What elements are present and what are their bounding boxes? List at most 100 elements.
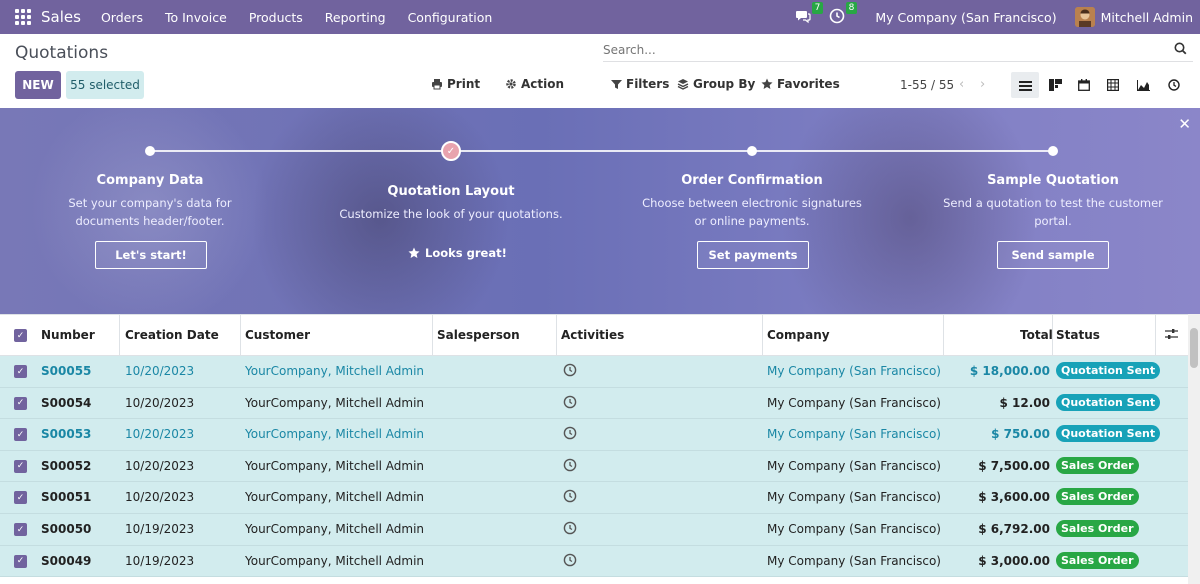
kanban-view-button[interactable] — [1041, 72, 1069, 98]
header-activities[interactable]: Activities — [561, 328, 624, 342]
cell-creation-date: 10/19/2023 — [125, 553, 195, 568]
menu-to-invoice[interactable]: To Invoice — [165, 10, 227, 25]
activity-clock-icon[interactable] — [563, 395, 577, 412]
header-creation-date[interactable]: Creation Date — [125, 328, 219, 342]
row-checkbox[interactable]: ✓ — [14, 554, 27, 568]
company-switcher[interactable]: My Company (San Francisco) — [875, 10, 1056, 25]
cell-customer[interactable]: YourCompany, Mitchell Admin — [245, 522, 424, 536]
activity-clock-icon[interactable] — [563, 489, 577, 506]
menu-orders[interactable]: Orders — [101, 10, 143, 25]
cell-number[interactable]: S00055 — [41, 364, 91, 378]
user-menu[interactable]: Mitchell Admin — [1101, 10, 1193, 25]
activity-view-button[interactable] — [1160, 72, 1188, 98]
step-order-confirmation: Order Confirmation Choose between electr… — [632, 173, 872, 230]
table-row[interactable]: ✓ S00055 10/20/2023 YourCompany, Mitchell A… — [0, 356, 1188, 388]
cell-company: My Company (San Francisco) — [767, 458, 941, 473]
activities-button[interactable]: 8 — [829, 2, 858, 26]
activity-clock-icon[interactable] — [563, 521, 577, 538]
step-title: Sample Quotation — [987, 173, 1119, 188]
status-badge: Sales Order — [1056, 456, 1139, 474]
user-avatar[interactable] — [1074, 7, 1095, 27]
activity-clock-icon[interactable] — [563, 363, 577, 380]
row-checkbox[interactable]: ✓ — [14, 459, 27, 473]
lets-start-button[interactable]: Let's start! — [95, 241, 207, 269]
cell-number[interactable]: S00049 — [41, 554, 91, 568]
row-checkbox[interactable]: ✓ — [14, 491, 27, 505]
activity-clock-icon[interactable] — [563, 426, 577, 443]
header-salesperson[interactable]: Salesperson — [437, 328, 520, 342]
row-checkbox[interactable]: ✓ — [14, 396, 27, 410]
scrollbar-thumb[interactable] — [1190, 328, 1198, 368]
menu-products[interactable]: Products — [249, 10, 303, 25]
cell-number[interactable]: S00052 — [41, 459, 91, 473]
messages-button[interactable]: 7 — [795, 2, 824, 26]
header-total[interactable]: Total — [1020, 328, 1053, 342]
new-button[interactable]: NEW — [15, 71, 61, 99]
group-by-button[interactable]: Group By — [677, 77, 755, 91]
search-icon[interactable] — [1174, 42, 1187, 55]
app-brand[interactable]: Sales — [41, 8, 81, 26]
send-sample-button[interactable]: Send sample — [997, 241, 1109, 269]
cell-customer[interactable]: YourCompany, Mitchell Admin — [245, 554, 424, 568]
activity-clock-icon[interactable] — [563, 553, 577, 570]
optional-columns-toggle-icon[interactable] — [1165, 328, 1178, 343]
calendar-view-button[interactable] — [1070, 72, 1098, 98]
star-icon — [408, 247, 420, 258]
menu-configuration[interactable]: Configuration — [408, 10, 493, 25]
cell-total: $ 3,600.00 — [978, 490, 1050, 505]
header-company[interactable]: Company — [767, 328, 830, 342]
favorites-button[interactable]: Favorites — [761, 77, 840, 91]
action-button[interactable]: Action — [505, 77, 564, 91]
vertical-scrollbar[interactable] — [1188, 314, 1200, 584]
header-status[interactable]: Status — [1056, 328, 1100, 342]
cell-customer[interactable]: YourCompany, Mitchell Admin — [245, 364, 424, 378]
menu-reporting[interactable]: Reporting — [325, 10, 386, 25]
select-all-checkbox[interactable]: ✓ — [14, 329, 27, 342]
cell-customer[interactable]: YourCompany, Mitchell Admin — [245, 427, 424, 441]
activity-clock-icon[interactable] — [563, 458, 577, 475]
table-row[interactable]: ✓ S00054 10/20/2023 YourCompany, Mitchell A… — [0, 387, 1188, 420]
row-checkbox[interactable]: ✓ — [14, 428, 27, 442]
status-badge: Sales Order — [1056, 551, 1139, 569]
activities-count-badge: 8 — [845, 2, 858, 14]
cell-number[interactable]: S00054 — [41, 396, 91, 410]
row-checkbox[interactable]: ✓ — [14, 523, 27, 536]
pivot-view-button[interactable] — [1099, 72, 1127, 98]
looks-great-label: Looks great! — [425, 246, 507, 260]
set-payments-button[interactable]: Set payments — [697, 241, 809, 269]
cell-number[interactable]: S00050 — [41, 522, 91, 536]
graph-view-button[interactable] — [1129, 72, 1157, 98]
table-row[interactable]: ✓ S00049 10/19/2023 YourCompany, Mitchell A… — [0, 545, 1188, 578]
page-title[interactable]: Quotations — [15, 43, 108, 63]
table-row[interactable]: ✓ S00053 10/20/2023 YourCompany, Mitchell A… — [0, 419, 1188, 451]
step-quotation-layout: Quotation Layout Customize the look of y… — [331, 184, 571, 223]
cell-customer[interactable]: YourCompany, Mitchell Admin — [245, 490, 424, 504]
table-row[interactable]: ✓ S00051 10/20/2023 YourCompany, Mitchell A… — [0, 482, 1188, 514]
table-row[interactable]: ✓ S00050 10/19/2023 YourCompany, Mitchell A… — [0, 514, 1188, 546]
print-button[interactable]: Print — [431, 77, 480, 91]
cell-total: $ 750.00 — [991, 427, 1050, 442]
close-banner-icon[interactable]: ✕ — [1178, 115, 1191, 133]
search-input[interactable] — [603, 40, 1163, 60]
cell-number[interactable]: S00051 — [41, 490, 91, 504]
cell-creation-date: 10/20/2023 — [125, 395, 195, 410]
header-number[interactable]: Number — [41, 328, 95, 342]
header-customer[interactable]: Customer — [245, 328, 310, 342]
clock-icon — [830, 8, 845, 24]
list-view-button[interactable] — [1011, 72, 1039, 98]
step-sample-quotation: Sample Quotation Send a quotation to tes… — [933, 173, 1173, 230]
cell-customer[interactable]: YourCompany, Mitchell Admin — [245, 396, 424, 410]
table-row[interactable]: ✓ S00052 10/20/2023 YourCompany, Mitchell A… — [0, 450, 1188, 483]
cell-customer[interactable]: YourCompany, Mitchell Admin — [245, 459, 424, 473]
row-checkbox[interactable]: ✓ — [14, 365, 27, 378]
apps-grid-icon[interactable] — [15, 9, 31, 25]
step-dot-sample-quotation — [1048, 146, 1058, 156]
selected-count-badge[interactable]: 55 selected — [66, 71, 144, 99]
pager-previous-icon[interactable]: ‹ — [959, 77, 964, 92]
cell-number[interactable]: S00053 — [41, 427, 91, 441]
filters-button[interactable]: Filters — [611, 77, 669, 91]
step-done-check-icon: ✓ — [441, 141, 461, 161]
pager-value[interactable]: 1-55 / 55 — [900, 78, 954, 92]
top-navbar: Sales Orders To Invoice Products Reporti… — [0, 0, 1200, 34]
pager-next-icon[interactable]: › — [980, 77, 985, 92]
